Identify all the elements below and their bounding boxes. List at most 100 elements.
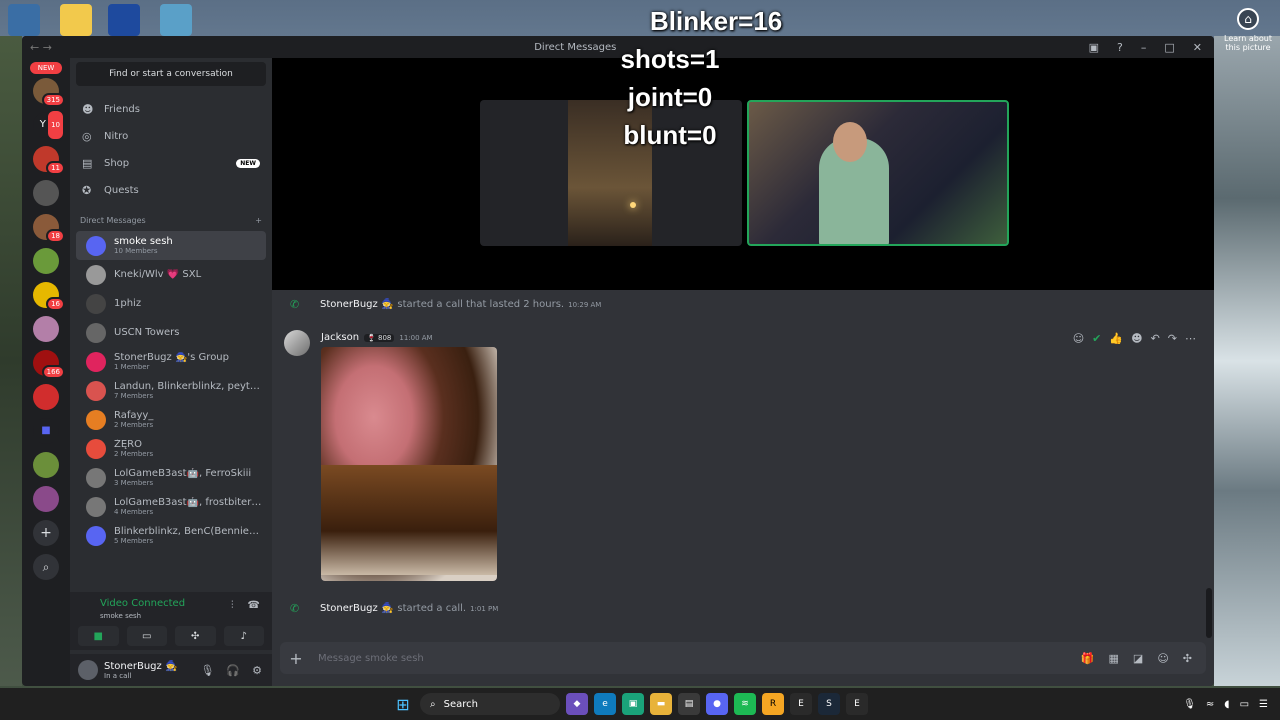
nav-quests[interactable]: ✪ Quests <box>70 177 272 204</box>
author-name[interactable]: Jackson <box>321 332 359 343</box>
emoji-icon[interactable]: ☺ <box>1157 652 1168 665</box>
server-icon[interactable] <box>33 486 59 512</box>
copilot-icon[interactable]: ◆ <box>566 693 588 715</box>
thumbs-up-icon[interactable]: 👍 <box>1109 332 1123 345</box>
dm-item[interactable]: ŽĘRÖ 2 Members <box>76 434 266 463</box>
folder-icon[interactable] <box>60 4 92 36</box>
server-icon[interactable]: 166 <box>33 350 65 379</box>
headphones-icon[interactable]: 🎧 <box>226 664 240 677</box>
notification-icon[interactable]: ☰ <box>1259 699 1268 710</box>
add-server-icon[interactable]: + <box>33 520 59 546</box>
more-icon[interactable]: ⋯ <box>1185 332 1196 345</box>
epic-games-icon-2[interactable]: E <box>846 693 868 715</box>
user-avatar[interactable] <box>78 660 98 680</box>
server-icon[interactable] <box>33 248 59 274</box>
server-icon[interactable]: 11 <box>33 146 65 175</box>
server-icon[interactable]: 16 <box>33 282 65 311</box>
server-icon[interactable] <box>33 180 59 206</box>
disconnect-icon[interactable]: ☎ <box>248 600 260 611</box>
noise-suppression-icon[interactable]: ⫶ <box>231 600 234 611</box>
dm-item[interactable]: StonerBugz 🧙's Group 1 Member <box>76 347 266 376</box>
microsoft-store-icon[interactable]: ▤ <box>678 693 700 715</box>
windows-start-icon[interactable]: ⊞ <box>392 693 414 715</box>
recycle-bin-icon[interactable] <box>8 4 40 36</box>
caller-name[interactable]: StonerBugz 🧙 <box>320 299 393 310</box>
reply-icon[interactable]: ↶ <box>1151 332 1160 345</box>
close-icon[interactable]: ✕ <box>1193 41 1202 54</box>
nav-friends[interactable]: ☻ Friends <box>70 96 272 123</box>
dm-item[interactable]: LolGameB3ast🤖, FerroSkiii 3 Members <box>76 463 266 492</box>
avatar <box>86 293 106 314</box>
author-avatar[interactable] <box>284 330 310 356</box>
message-input[interactable] <box>312 652 1081 664</box>
server-icon[interactable] <box>33 384 59 410</box>
microphone-tray-icon[interactable]: 🎙 <box>1183 699 1196 710</box>
check-reaction-icon[interactable]: ✔ <box>1092 332 1101 345</box>
learn-about-picture[interactable]: ⌂ Learn about this picture <box>1218 8 1278 52</box>
add-reaction-icon[interactable]: ☻ <box>1131 332 1142 345</box>
help-icon[interactable]: ? <box>1117 41 1123 54</box>
user-status: In a call <box>104 671 132 680</box>
folder-server-icon[interactable]: ■ <box>33 418 59 444</box>
create-dm-icon[interactable]: + <box>255 216 262 225</box>
search-placeholder: Find or start a conversation <box>109 69 233 79</box>
dm-item[interactable]: smoke sesh 10 Members <box>76 231 266 260</box>
apps-icon[interactable]: ✣ <box>1183 652 1192 665</box>
activities-button[interactable]: ✣ <box>175 626 216 646</box>
scrollbar[interactable] <box>1206 588 1212 638</box>
video-tile-speaking[interactable] <box>747 100 1009 246</box>
back-forward-icons[interactable]: ← → <box>22 41 62 54</box>
server-icon[interactable]: 315 <box>33 78 65 107</box>
epic-games-icon[interactable]: E <box>790 693 812 715</box>
dm-item[interactable]: Rafayy_ 2 Members <box>76 405 266 434</box>
avatar <box>86 380 106 401</box>
nav-shop[interactable]: ▤ Shop NEW <box>70 150 272 177</box>
caller-name[interactable]: StonerBugz 🧙 <box>320 603 393 614</box>
find-conversation-button[interactable]: Find or start a conversation <box>76 62 266 86</box>
inbox-icon[interactable]: ▣ <box>1089 41 1099 54</box>
wifi-icon[interactable]: ≈ <box>1206 699 1214 710</box>
rockstar-icon[interactable]: R <box>762 693 784 715</box>
soundboard-button[interactable]: ♪ <box>223 626 264 646</box>
taskbar-search[interactable]: ⌕ Search <box>420 693 560 715</box>
server-icon[interactable] <box>33 316 59 342</box>
dm-item[interactable]: USCN Towers <box>76 318 266 347</box>
dm-item[interactable]: Kneki/Wlv 💗 SXL <box>76 260 266 289</box>
server-icon[interactable] <box>33 452 59 478</box>
dm-sub: 1 Member <box>114 363 150 371</box>
spotify-icon[interactable]: ≋ <box>734 693 756 715</box>
minimize-icon[interactable]: – <box>1141 41 1147 54</box>
image-attachment[interactable] <box>321 347 497 581</box>
overlay-line-blinker: Blinker=16 <box>650 6 783 36</box>
emoji-reaction-icon[interactable]: ☺ <box>1073 332 1084 345</box>
rocket-league-icon[interactable] <box>108 4 140 36</box>
camera-button[interactable]: ■ <box>78 626 119 646</box>
game-icon[interactable] <box>160 4 192 36</box>
dm-name: Landun, Blinkerblinkz, peytonia... <box>114 381 264 392</box>
edge-icon[interactable]: e <box>594 693 616 715</box>
dm-item[interactable]: LolGameB3ast🤖, frostbiter23... 4 Members <box>76 492 266 521</box>
dm-item[interactable]: Blinkerblinkz, BenC(BennieC), v...5 Memb… <box>76 521 266 550</box>
store-app-icon[interactable]: ▣ <box>622 693 644 715</box>
server-icon[interactable]: YS10 <box>33 109 65 141</box>
sticker-icon[interactable]: ◪ <box>1133 652 1143 665</box>
forward-icon[interactable]: ↷ <box>1168 332 1177 345</box>
steam-icon[interactable]: S <box>818 693 840 715</box>
file-explorer-icon[interactable]: ▬ <box>650 693 672 715</box>
unread-badge: 10 <box>46 109 65 141</box>
microphone-icon[interactable]: 🎙 <box>200 664 214 677</box>
discord-icon[interactable]: ● <box>706 693 728 715</box>
dm-item[interactable]: Landun, Blinkerblinkz, peytonia...7 Memb… <box>76 376 266 405</box>
battery-icon[interactable]: ▭ <box>1240 699 1249 710</box>
upload-plus-icon[interactable]: + <box>280 649 312 668</box>
nav-nitro[interactable]: ◎ Nitro <box>70 123 272 150</box>
dm-item[interactable]: 1phiz <box>76 289 266 318</box>
volume-icon[interactable]: ◖ <box>1224 699 1229 710</box>
gif-icon[interactable]: ▦ <box>1109 652 1119 665</box>
gift-icon[interactable]: 🎁 <box>1081 652 1095 665</box>
screen-share-button[interactable]: ▭ <box>126 626 167 646</box>
discover-icon[interactable]: ⌕ <box>33 554 59 580</box>
settings-gear-icon[interactable]: ⚙ <box>252 664 262 677</box>
maximize-icon[interactable]: □ <box>1164 41 1174 54</box>
server-icon[interactable]: 18 <box>33 214 65 243</box>
